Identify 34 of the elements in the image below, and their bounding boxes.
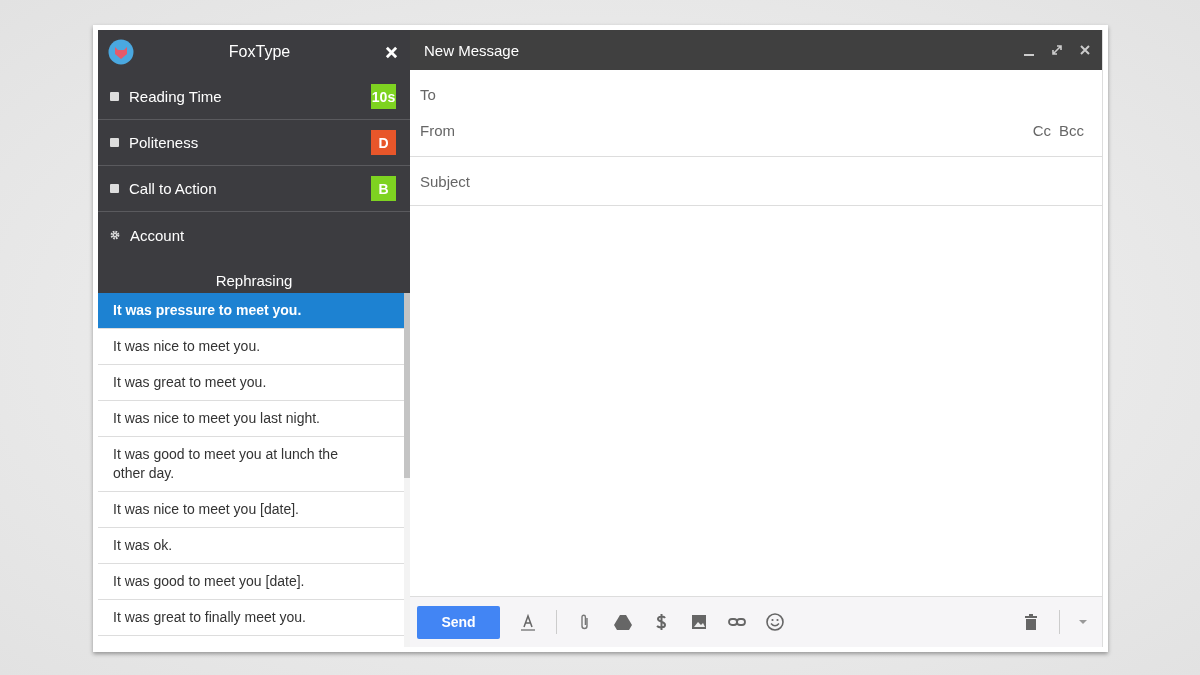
square-icon [110, 138, 119, 147]
metric-label: Reading Time [129, 88, 223, 105]
fox-logo-icon [108, 39, 134, 65]
grade-badge: B [371, 176, 396, 201]
from-label: From [420, 121, 455, 139]
metric-label: Politeness [129, 134, 200, 151]
cc-link[interactable]: Cc [1032, 121, 1051, 139]
square-icon [110, 184, 119, 193]
text-format-icon[interactable] [518, 612, 538, 632]
to-label: To [420, 85, 436, 103]
expand-icon[interactable] [1050, 43, 1064, 57]
section-heading: Rephrasing [214, 271, 294, 291]
to-field[interactable]: To [410, 76, 1102, 112]
smiley-icon[interactable] [765, 612, 785, 632]
compose-title: New Message [424, 41, 521, 59]
gear-icon [110, 230, 120, 240]
metric-row[interactable]: Politeness D [98, 120, 410, 166]
scrollbar[interactable] [404, 293, 410, 647]
metric-row[interactable]: Reading Time 10s [98, 74, 410, 120]
metric-row[interactable]: Call to Action B [98, 166, 410, 212]
close-icon[interactable] [1078, 43, 1092, 57]
grade-badge: 10s [371, 84, 396, 109]
square-icon [110, 92, 119, 101]
caret-icon[interactable] [1078, 619, 1088, 625]
grade-badge: D [371, 130, 396, 155]
rephrasing-item[interactable]: It was pressure to meet you. [98, 293, 404, 329]
close-icon[interactable] [385, 45, 398, 59]
image-icon[interactable] [689, 612, 709, 632]
account-row[interactable]: Account [98, 212, 410, 258]
account-label: Account [130, 226, 186, 244]
metric-label: Call to Action [129, 180, 218, 197]
bcc-link[interactable]: Bcc [1059, 121, 1084, 139]
send-button[interactable]: Send [417, 605, 500, 639]
app-title: FoxType [227, 43, 292, 61]
